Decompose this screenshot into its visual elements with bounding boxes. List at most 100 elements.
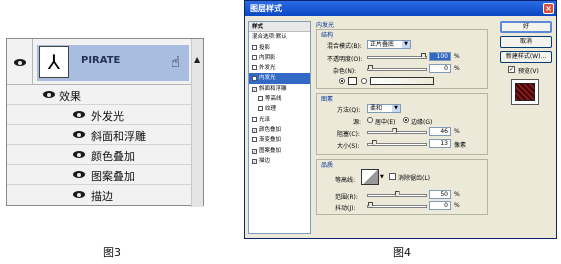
effect-row-bevel[interactable]: 斜面和浮雕: [7, 125, 203, 145]
eye-icon[interactable]: [73, 171, 85, 178]
close-icon[interactable]: ×: [543, 3, 554, 14]
glow-color-swatch[interactable]: [348, 77, 357, 85]
style-list-label: 颜色叠加: [259, 126, 282, 133]
figure-caption: 图3: [103, 246, 121, 259]
solid-color-radio[interactable]: [339, 78, 345, 84]
style-list-item[interactable]: 内阴影: [249, 53, 310, 63]
style-list-item[interactable]: 渐变叠加: [249, 135, 310, 145]
effect-row-stroke[interactable]: 描边: [7, 185, 203, 205]
style-list-item[interactable]: 纹理: [249, 104, 310, 114]
visibility-column: [7, 39, 33, 85]
eye-icon[interactable]: [43, 91, 55, 98]
style-list-item[interactable]: 光泽: [249, 115, 310, 125]
effect-row-color-overlay[interactable]: 颜色叠加: [7, 145, 203, 165]
range-slider[interactable]: [367, 191, 427, 197]
style-checkbox[interactable]: ✓: [252, 86, 257, 92]
eye-icon[interactable]: [73, 191, 85, 198]
style-checkbox[interactable]: [252, 116, 257, 122]
style-checkbox[interactable]: [258, 96, 263, 102]
eye-icon[interactable]: [73, 151, 85, 158]
style-list-label: 等高线: [265, 96, 282, 103]
eye-icon[interactable]: [73, 111, 85, 118]
style-checkbox[interactable]: ✓: [252, 148, 257, 154]
choke-slider[interactable]: [367, 128, 427, 134]
range-slider-thumb[interactable]: [394, 191, 400, 197]
gradient-radio[interactable]: [361, 78, 367, 84]
group-title: 品质: [321, 162, 334, 169]
choke-slider-thumb[interactable]: [392, 128, 398, 134]
contour-label: 等高线:: [335, 177, 356, 184]
jitter-slider[interactable]: [367, 202, 427, 208]
effect-label: 图案叠加: [91, 170, 135, 183]
dialog-title: 图层样式: [250, 4, 282, 13]
method-label: 方法(Q):: [337, 107, 361, 114]
style-checkbox[interactable]: ✓: [252, 76, 257, 82]
center-label: 居中(E): [375, 119, 396, 126]
style-list: 样式 混合选项:默认 投影 内阴影 外发光 ✓ 内发光 ✓ 斜面和浮雕 等高线 纹理 光泽 ✓ 颜色叠加渐…: [248, 21, 311, 234]
dialog-titlebar[interactable]: 图层样式 ×: [245, 1, 556, 16]
style-list-item[interactable]: ✓ 斜面和浮雕: [249, 84, 310, 94]
eye-icon[interactable]: [73, 131, 85, 138]
style-checkbox[interactable]: [252, 137, 257, 143]
style-list-item[interactable]: 混合选项:默认: [249, 32, 310, 42]
noise-slider-thumb[interactable]: [368, 65, 373, 71]
size-input[interactable]: 13: [429, 139, 451, 148]
style-list-item[interactable]: 等高线: [249, 94, 310, 104]
style-list-item[interactable]: 样式: [249, 22, 310, 33]
jitter-slider-thumb[interactable]: [368, 202, 373, 208]
contour-preview[interactable]: [361, 169, 379, 185]
jitter-input[interactable]: 0: [429, 201, 451, 210]
source-label: 源:: [353, 119, 362, 126]
choke-input[interactable]: 46: [429, 127, 451, 136]
percent-unit: %: [454, 202, 460, 209]
style-checkbox[interactable]: [252, 44, 257, 50]
edge-radio[interactable]: [403, 117, 409, 123]
style-list-label: 渐变叠加: [259, 137, 282, 144]
style-list-item[interactable]: ✓ 图案叠加: [249, 146, 310, 156]
percent-unit: %: [454, 65, 460, 72]
style-list-label: 混合选项:默认: [252, 34, 287, 41]
style-checkbox[interactable]: ✓: [252, 158, 257, 164]
effects-row[interactable]: 效果: [7, 85, 203, 105]
layer-row-pirate[interactable]: ⅄ PIRATE ☝: [7, 39, 203, 85]
edge-label: 边缘(G): [411, 119, 433, 126]
method-select[interactable]: 柔和: [367, 104, 401, 113]
style-list-item[interactable]: ✓ 颜色叠加: [249, 125, 310, 135]
style-checkbox[interactable]: [252, 65, 257, 71]
range-input[interactable]: 50: [429, 190, 451, 199]
style-list-item[interactable]: ✓ 描边: [249, 156, 310, 166]
style-checkbox[interactable]: [252, 54, 257, 60]
style-list-item[interactable]: 外发光: [249, 63, 310, 73]
scroll-up-icon[interactable]: ▲: [194, 55, 200, 64]
layer-name: PIRATE: [81, 55, 121, 66]
opacity-slider[interactable]: [367, 53, 427, 59]
style-list-label: 光泽: [259, 116, 271, 123]
cancel-button[interactable]: 取消: [500, 36, 552, 48]
new-style-button[interactable]: 新建样式(W)...: [500, 51, 552, 63]
size-slider-thumb[interactable]: [371, 140, 377, 146]
size-slider[interactable]: [367, 140, 427, 146]
center-radio[interactable]: [367, 117, 373, 123]
antialias-checkbox[interactable]: [389, 173, 396, 180]
effect-row-outer-glow[interactable]: 外发光: [7, 105, 203, 125]
effect-label: 描边: [91, 190, 113, 203]
panel-scrollbar[interactable]: ▲: [191, 39, 203, 207]
style-list-item[interactable]: ✓ 内发光: [249, 73, 310, 84]
gradient-swatch[interactable]: [370, 77, 434, 85]
effect-row-pattern-overlay[interactable]: 图案叠加: [7, 165, 203, 185]
blend-mode-label: 混合模式(B):: [327, 43, 362, 50]
style-list-label: 内发光: [259, 75, 276, 82]
noise-slider[interactable]: [367, 65, 427, 71]
blend-mode-select[interactable]: 正片叠底: [367, 40, 411, 49]
style-checkbox[interactable]: ✓: [252, 127, 257, 133]
opacity-input[interactable]: 100: [429, 52, 451, 61]
contour-dropdown-icon[interactable]: ▼: [380, 174, 384, 180]
style-checkbox[interactable]: [258, 106, 263, 112]
preview-checkbox[interactable]: ✓: [508, 66, 515, 73]
ok-button[interactable]: 好: [500, 21, 552, 33]
eye-icon[interactable]: [14, 59, 26, 66]
style-list-item[interactable]: 投影: [249, 43, 310, 53]
opacity-slider-thumb[interactable]: [421, 53, 426, 59]
noise-input[interactable]: 0: [429, 64, 451, 73]
layer-thumbnail[interactable]: ⅄: [39, 46, 69, 78]
